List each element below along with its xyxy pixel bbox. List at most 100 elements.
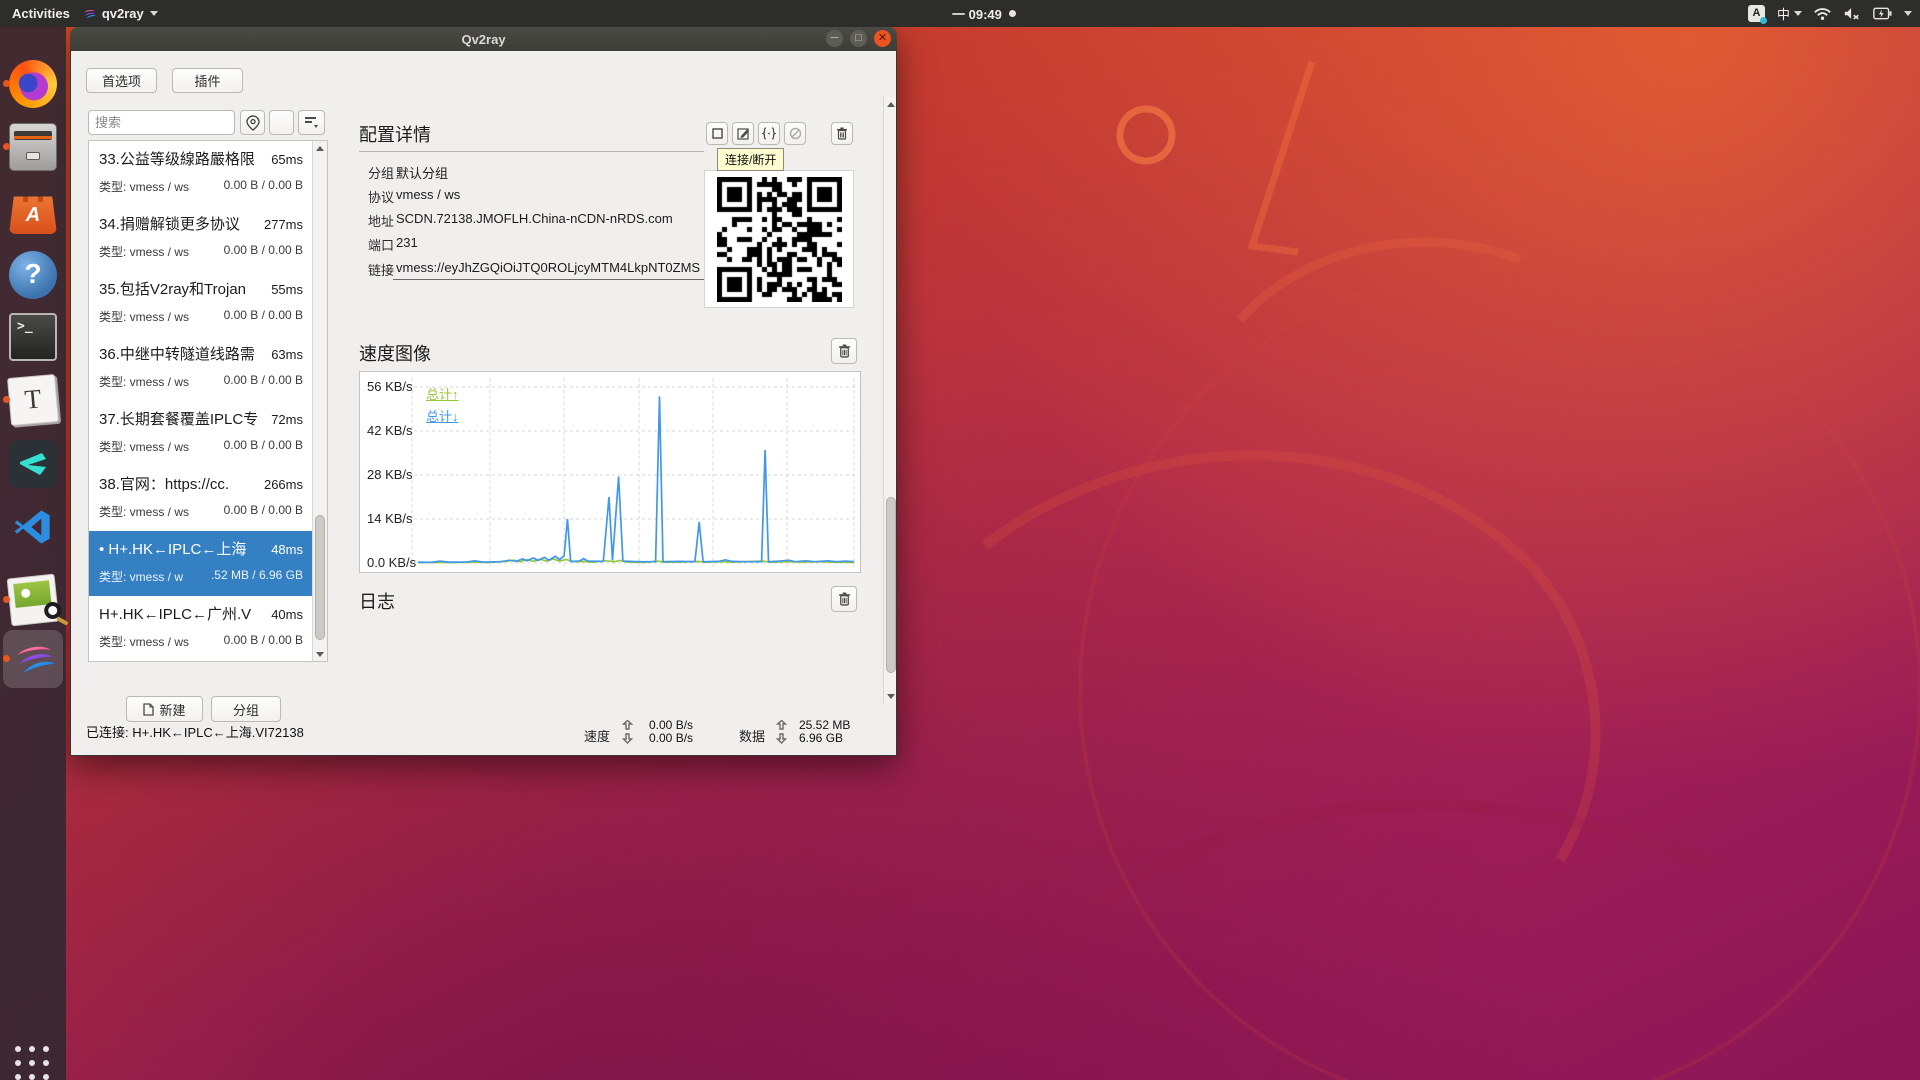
scrollbar-thumb[interactable] [886, 497, 896, 673]
trash-icon [836, 127, 848, 140]
server-data: 0.00 B / 0.00 B [224, 308, 303, 325]
delete-config-button[interactable] [831, 122, 853, 145]
app-menu-label: qv2ray [102, 6, 144, 21]
server-type: 类型: vmess / ws [99, 308, 220, 325]
scroll-down-icon[interactable] [887, 694, 895, 699]
server-latency: 63ms [271, 347, 303, 362]
server-row[interactable]: 38.官网：https://cc.266ms 类型: vmess / ws0.0… [89, 466, 313, 531]
close-button[interactable]: ✕ [874, 30, 891, 47]
connect-toggle-button[interactable] [706, 122, 728, 145]
field-value: SCDN.72138.JMOFLH.China-nCDN-nRDS.com [396, 211, 673, 226]
share-link-value[interactable]: vmess://eyJhZGQiOiJTQ0ROLjcyMTM4LkpNT0ZM… [396, 260, 704, 275]
server-latency: 40ms [271, 607, 303, 622]
dev-tool-icon[interactable] [9, 440, 57, 488]
server-latency: 266ms [264, 477, 303, 492]
server-row[interactable]: 33.公益等级線路嚴格限65ms 类型: vmess / ws0.00 B / … [89, 141, 313, 206]
input-method-icon[interactable]: A [1748, 5, 1765, 22]
ime-label: 中 [1777, 4, 1790, 23]
log-heading: 日志 [359, 588, 395, 614]
plugins-button[interactable]: 插件 [172, 68, 243, 93]
server-type: 类型: vmess / ws [99, 438, 220, 455]
scroll-up-icon[interactable] [887, 102, 895, 107]
server-row[interactable]: 34.捐赠解锁更多协议277ms 类型: vmess / ws0.00 B / … [89, 206, 313, 271]
scroll-down-icon[interactable] [316, 652, 324, 657]
blocked-circle-icon [789, 127, 802, 140]
qv2ray-icon[interactable] [9, 635, 57, 683]
tooltip: 连接/断开 [717, 148, 784, 171]
text-editor-icon[interactable]: T [7, 374, 59, 426]
group-button[interactable]: 分组 [211, 696, 281, 722]
server-row[interactable]: H+.SG←IPLC←上海.V [89, 661, 313, 662]
terminal-icon[interactable]: >_ [9, 313, 57, 361]
new-config-label: 新建 [159, 700, 185, 719]
field-value: 默认分组 [396, 163, 448, 182]
firefox-icon[interactable] [9, 60, 57, 108]
field-label: 链接 [368, 260, 394, 279]
speed-heading: 速度图像 [359, 340, 431, 366]
speed-values: 0.00 B/s 0.00 B/s [649, 719, 693, 745]
help-icon[interactable]: ? [9, 251, 57, 299]
speed-chart: 56 KB/s42 KB/s28 KB/s14 KB/s0.0 KB/s 总计↑… [359, 371, 861, 573]
system-tray[interactable]: A 中 [1748, 0, 1912, 27]
top-bar: Activities qv2ray 一 09:49 A 中 [0, 0, 1920, 27]
qr-code [704, 170, 854, 308]
notification-dot-icon [1009, 10, 1016, 17]
server-data: 0.00 B / 0.00 B [224, 503, 303, 520]
legend-download[interactable]: 总计↓ [426, 406, 459, 425]
field-label: 协议 [368, 187, 394, 206]
activities-button[interactable]: Activities [0, 6, 82, 21]
server-type: 类型: vmess / ws [99, 373, 220, 390]
ubuntu-software-icon[interactable]: A [9, 186, 57, 234]
server-data: 0.00 B / 0.00 B [224, 243, 303, 260]
trash-icon [838, 592, 851, 606]
y-tick-label: 28 KB/s [367, 467, 413, 482]
main-scrollbar[interactable] [883, 97, 897, 703]
divider [359, 151, 704, 152]
edit-config-button[interactable] [732, 122, 754, 145]
edit-json-button[interactable] [758, 122, 780, 145]
data-values: 25.52 MB 6.96 GB [799, 719, 850, 745]
window-title: Qv2ray [461, 32, 505, 47]
server-data: 0.00 B / 0.00 B [224, 438, 303, 455]
blank-tool-button[interactable] [269, 110, 294, 135]
server-latency: 277ms [264, 217, 303, 232]
server-list-scrollbar[interactable] [312, 141, 327, 661]
clear-log-button[interactable] [831, 586, 857, 612]
scrollbar-thumb[interactable] [315, 515, 325, 640]
maximize-button[interactable]: □ [850, 30, 867, 47]
image-viewer-icon[interactable] [7, 574, 60, 627]
speed-label: 速度 [584, 726, 610, 745]
server-row[interactable]: 37.长期套餐覆盖IPLC专72ms 类型: vmess / ws0.00 B … [89, 401, 313, 466]
server-latency: 48ms [271, 542, 303, 557]
server-row[interactable]: H+.HK←IPLC←广州.V40ms 类型: vmess / ws0.00 B… [89, 596, 313, 661]
scroll-up-icon[interactable] [316, 146, 324, 151]
show-applications-button[interactable] [15, 1046, 51, 1080]
clear-graph-button[interactable] [831, 338, 857, 364]
server-type: 类型: vmess / w [99, 568, 207, 585]
sort-button[interactable] [298, 110, 325, 135]
search-input[interactable] [88, 110, 235, 135]
legend-upload[interactable]: 总计↑ [426, 384, 459, 403]
vscode-icon[interactable] [9, 503, 57, 551]
server-row[interactable]: 36.中继中转隧道线路需63ms 类型: vmess / ws0.00 B / … [89, 336, 313, 401]
title-bar[interactable]: Qv2ray ─ □ ✕ [70, 27, 897, 51]
clock[interactable]: 一 09:49 [952, 0, 1016, 27]
minimize-button[interactable]: ─ [826, 30, 843, 47]
server-data: .52 MB / 6.96 GB [211, 568, 303, 585]
updown-arrows-icon [773, 720, 793, 744]
disabled-action-button[interactable] [784, 122, 806, 145]
server-title: 38.官网：https://cc. [99, 473, 260, 494]
new-config-button[interactable]: 新建 [126, 696, 203, 722]
latency-test-button[interactable] [240, 110, 265, 135]
server-title: 33.公益等级線路嚴格限 [99, 148, 267, 169]
server-title: 35.包括V2ray和Trojan [99, 278, 267, 299]
preferences-button[interactable]: 首选项 [86, 68, 157, 93]
ime-switcher[interactable]: 中 [1777, 4, 1802, 23]
file-cabinet-icon[interactable] [9, 123, 57, 171]
connection-status: 已连接: H+.HK←IPLC←上海.VI72138 [86, 722, 304, 741]
server-row[interactable]: 35.包括V2ray和Trojan55ms 类型: vmess / ws0.00… [89, 271, 313, 336]
chevron-down-icon [150, 11, 158, 16]
app-menu[interactable]: qv2ray [82, 6, 158, 21]
server-type: 类型: vmess / ws [99, 633, 220, 650]
server-row-selected[interactable]: • H+.HK←IPLC←上海48ms 类型: vmess / w.52 MB … [89, 531, 313, 596]
